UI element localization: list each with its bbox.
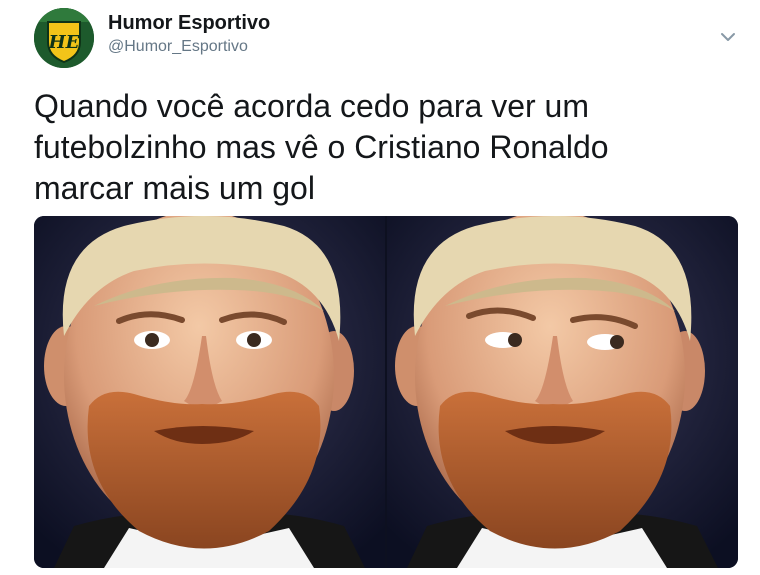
author-display-name[interactable]: Humor Esportivo [108,11,270,35]
photo-left-image [34,216,385,568]
tweet-media [34,216,738,568]
tweet-text-line: futebolzinho mas vê o Cristiano Ronaldo [34,129,609,165]
chevron-down-icon [721,33,735,41]
tweet-text-line: Quando você acorda cedo para ver um [34,88,589,124]
tweet-text-line: marcar mais um gol [34,170,315,206]
tweet-text: Quando você acorda cedo para ver um futeb… [34,86,734,209]
author-handle[interactable]: @Humor_Esportivo [108,37,270,57]
more-options-button[interactable] [717,26,739,48]
avatar-initials: HE [48,32,80,53]
photo-right[interactable] [387,216,738,568]
photo-left[interactable] [34,216,385,568]
avatar-logo-icon: HE [34,8,94,68]
tweet-card: HE Humor Esportivo @Humor_Esportivo Quan… [0,0,760,575]
avatar[interactable]: HE [34,8,94,68]
author-block: Humor Esportivo @Humor_Esportivo [108,11,270,57]
photo-right-image [387,216,738,568]
